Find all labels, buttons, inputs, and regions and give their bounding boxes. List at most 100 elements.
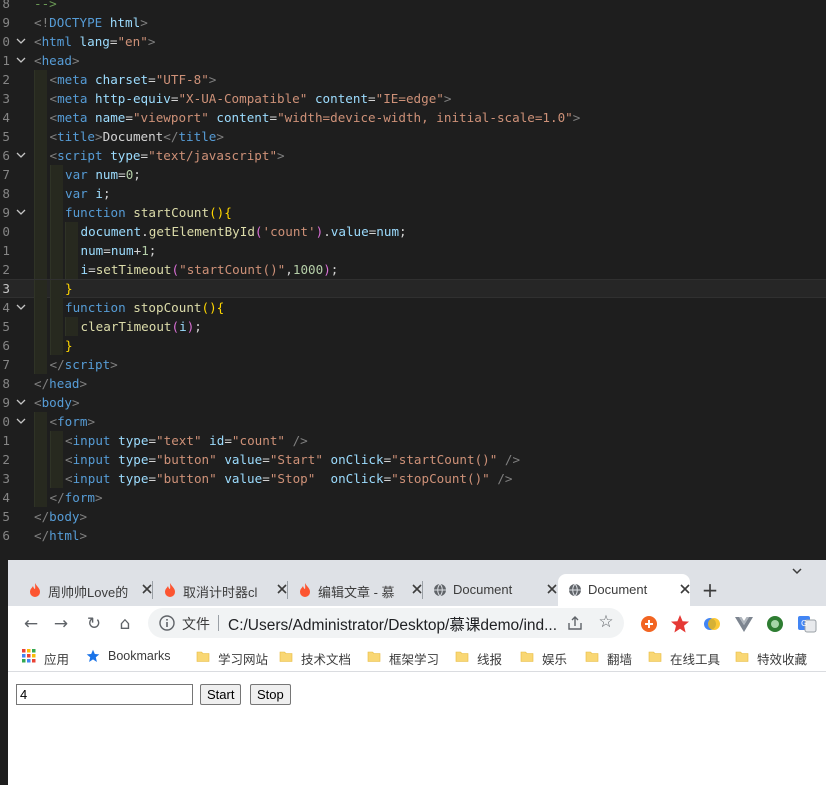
indent-guide — [49, 317, 63, 336]
extension-orange-icon[interactable] — [639, 614, 659, 634]
bookmarks-bar: 应用 Bookmarks 学习网站 技术文档 框架学习 线报 娱乐 翻墙 在线工具 特效收藏 — [8, 642, 826, 672]
code-line[interactable]: 2 <input type="button" value="Start" onCl… — [0, 450, 826, 469]
code-line[interactable]: 0 <form> — [0, 412, 826, 431]
count-input[interactable] — [16, 684, 193, 705]
svg-text:G: G — [801, 619, 807, 628]
indent-guide — [49, 469, 63, 488]
code-line[interactable]: 1 num=num+1; — [0, 241, 826, 260]
code-text: <script type="text/javascript"> — [50, 146, 285, 165]
globe-icon — [433, 582, 447, 598]
tab-search-chevron-icon[interactable] — [788, 564, 806, 582]
code-token: ( — [254, 224, 263, 239]
code-editor[interactable]: 8 --> 9 <!DOCTYPE html> 0 <html lang="en"> 1 <h… — [0, 0, 826, 560]
code-token: form — [57, 414, 88, 429]
code-text: <title>Document</title> — [50, 127, 224, 146]
code-line[interactable]: 9 <!DOCTYPE html> — [0, 13, 826, 32]
indent-guide — [34, 184, 47, 203]
code-text: i=setTimeout("startCount()",1000); — [81, 260, 339, 279]
code-line[interactable]: 8 var i; — [0, 184, 826, 203]
code-token: = — [262, 452, 270, 467]
code-line[interactable]: 3} — [0, 279, 826, 299]
extension-vue-icon[interactable] — [734, 614, 754, 634]
share-icon[interactable] — [566, 614, 584, 632]
code-line[interactable]: 5 clearTimeout(i); — [0, 317, 826, 336]
code-line[interactable]: 8 --> — [0, 0, 826, 13]
code-line[interactable]: 7 var num=0; — [0, 165, 826, 184]
code-text: <body> — [34, 393, 80, 412]
indent-guide — [49, 203, 63, 222]
code-text: function startCount(){ — [65, 203, 232, 222]
code-line[interactable]: 3 <input type="button" value="Stop" onCli… — [0, 469, 826, 488]
code-line[interactable]: 0 <html lang="en"> — [0, 32, 826, 51]
extension-translate-icon[interactable] — [702, 614, 722, 634]
code-line[interactable]: 5 <title>Document</title> — [0, 127, 826, 146]
code-line[interactable]: 1 <head> — [0, 51, 826, 70]
code-token: title — [178, 129, 217, 144]
stop-button[interactable]: Stop — [250, 684, 291, 705]
info-icon[interactable] — [158, 614, 176, 632]
indent-guide — [49, 280, 63, 299]
code-line[interactable]: 6} — [0, 336, 826, 355]
code-line[interactable]: 8 </head> — [0, 374, 826, 393]
code-line[interactable]: 2 <meta charset="UTF-8"> — [0, 70, 826, 89]
code-line[interactable]: 4 <meta name="viewport" content="width=de… — [0, 108, 826, 127]
close-tab-icon[interactable] — [677, 580, 693, 598]
forward-button[interactable]: → — [50, 613, 72, 635]
indent-guide — [65, 260, 78, 279]
code-token: onClick — [330, 452, 384, 467]
browser-tab[interactable]: 周帅帅Love的 — [18, 574, 152, 606]
code-token: title — [57, 129, 96, 144]
code-line[interactable]: 4 function stopCount(){ — [0, 298, 826, 317]
code-line[interactable]: 1 <input type="text" id="count" /> — [0, 431, 826, 450]
code-token: http-equiv — [95, 91, 171, 106]
browser-tab[interactable]: Document — [423, 574, 557, 606]
code-token: < — [49, 72, 58, 87]
code-token: DOCTYPE — [49, 15, 103, 30]
address-divider — [218, 615, 219, 631]
extension-red-star-icon[interactable] — [670, 614, 690, 634]
code-line[interactable]: 6 </html> — [0, 526, 826, 545]
home-button[interactable]: ⌂ — [114, 613, 136, 635]
code-line[interactable]: 0 document.getElementById('count').value=… — [0, 222, 826, 241]
code-text: <meta http-equiv = "X-UA-Compatible" conte… — [50, 89, 452, 108]
indent-guide — [34, 488, 47, 507]
code-token: > — [71, 395, 80, 410]
code-line[interactable]: 9 function startCount(){ — [0, 203, 826, 222]
line-number: 2 — [2, 452, 10, 467]
code-token: input — [72, 452, 111, 467]
code-line[interactable]: 5 </body> — [0, 507, 826, 526]
browser-tab[interactable]: 取消计时器cl — [153, 574, 287, 606]
code-token: = — [148, 471, 157, 486]
code-token: i — [80, 262, 89, 277]
url-text[interactable]: C:/Users/Administrator/Desktop/慕课demo/in… — [228, 613, 557, 635]
code-line[interactable]: 4 </form> — [0, 488, 826, 507]
code-token: ; — [102, 186, 111, 201]
extension-green-icon[interactable] — [765, 614, 785, 634]
extension-google-translate-icon[interactable]: G — [797, 614, 817, 634]
code-line[interactable]: 7 </script> — [0, 355, 826, 374]
browser-tab[interactable]: Document — [558, 574, 690, 606]
bookmark-star-icon[interactable]: ☆ — [596, 612, 616, 632]
code-token: . — [323, 224, 331, 239]
code-line[interactable]: 3 <meta http-equiv = "X-UA-Compatible" cont… — [0, 89, 826, 108]
code-line[interactable]: 2 i=setTimeout("startCount()",1000); — [0, 260, 826, 279]
start-button[interactable]: Start — [200, 684, 242, 705]
code-token: ; — [399, 224, 407, 239]
code-text: function stopCount(){ — [65, 298, 224, 317]
reload-button[interactable]: ↻ — [83, 613, 105, 635]
code-token: < — [49, 129, 58, 144]
code-text: <head> — [34, 51, 80, 70]
code-line[interactable]: 6 <script type="text/javascript"> — [0, 146, 826, 165]
code-token: } — [65, 281, 73, 296]
code-token: 1000 — [292, 262, 324, 277]
back-button[interactable]: ← — [20, 613, 42, 635]
browser-tab[interactable]: 编辑文章 - 慕 — [288, 574, 422, 606]
new-tab-button[interactable]: + — [698, 578, 722, 602]
address-bar[interactable]: 文件 C:/Users/Administrator/Desktop/慕课demo… — [148, 608, 624, 638]
code-line[interactable]: 9 <body> — [0, 393, 826, 412]
code-token: < — [65, 433, 73, 448]
bookmark-label: 娱乐 — [542, 653, 568, 667]
code-token: </ — [34, 528, 50, 543]
